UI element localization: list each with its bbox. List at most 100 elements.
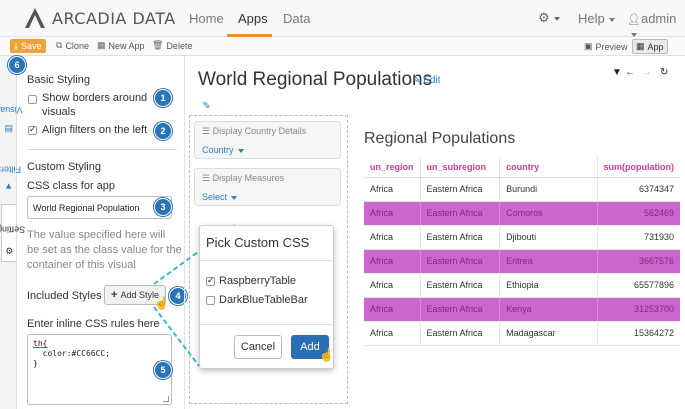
- help-menu[interactable]: Help: [578, 11, 615, 26]
- table-cell: Eritrea: [499, 249, 597, 274]
- arcadia-logo-icon: [25, 8, 45, 28]
- bar-chart-icon: ▤: [4, 123, 13, 134]
- panel-divider: [184, 56, 185, 409]
- tab-settings[interactable]: ⚙ Settings: [0, 204, 25, 262]
- clone-icon: ⧉: [56, 40, 63, 50]
- chevron-down-icon: [231, 195, 238, 200]
- step-badge-1: 1: [154, 89, 172, 107]
- tab-settings-label: Settings: [0, 223, 25, 234]
- custom-styling-heading: Custom Styling: [27, 161, 101, 173]
- new-app-button[interactable]: ▦ New App: [97, 40, 145, 51]
- nav-home[interactable]: Home: [189, 11, 224, 26]
- country-dropdown[interactable]: Country: [202, 145, 244, 155]
- included-styles-label: Included Styles: [27, 290, 102, 302]
- column-header[interactable]: sum(population): [596, 157, 680, 178]
- filter-display-measures: ☰ Display Measures Select: [194, 168, 341, 206]
- table-row: Africa Eastern Africa Kenya 31253700: [364, 297, 680, 322]
- filter-measures-title: ☰ Display Measures: [202, 173, 284, 184]
- filter-icon[interactable]: ▼: [612, 67, 622, 78]
- trash-icon: 🗑︎: [152, 40, 164, 50]
- table-cell: Eastern Africa: [419, 177, 500, 202]
- save-button[interactable]: ⤓ Save: [10, 39, 46, 53]
- new-app-label: New App: [108, 40, 145, 51]
- filter-country-details: ☰ Display Country Details Country: [194, 121, 341, 159]
- css-class-value: World Regional Population: [33, 203, 140, 213]
- refresh-icon[interactable]: ↻: [660, 67, 668, 78]
- chevron-down-icon: [553, 16, 560, 21]
- image-icon: ▣: [584, 41, 593, 51]
- inline-css-textarea[interactable]: th{ color:#CC66CC; }: [27, 334, 172, 405]
- css-class-label: CSS class for app: [27, 180, 116, 192]
- resize-grip[interactable]: [163, 396, 169, 402]
- hand-cursor-icon: ☝: [154, 296, 169, 310]
- settings-menu[interactable]: ⚙: [538, 10, 560, 26]
- table-cell: 15364272: [596, 321, 680, 346]
- chevron-down-icon: [237, 148, 244, 153]
- top-navbar: ARCADIA DATA Home Apps Data ⚙ Help 👤︎adm…: [0, 0, 685, 37]
- filter-measures-title-text: Display Measures: [212, 173, 285, 183]
- table-cell: Africa: [364, 225, 421, 250]
- darkblue-table-checkbox[interactable]: [206, 296, 215, 305]
- table-cell: Eastern Africa: [419, 201, 500, 226]
- filter-icon: ▼: [4, 181, 13, 192]
- align-filters-checkbox[interactable]: [28, 124, 37, 135]
- step-badge-3: 3: [154, 198, 172, 216]
- grid-icon: ▦: [636, 41, 645, 51]
- table-cell: Africa: [364, 201, 421, 226]
- modal-title: Pick Custom CSS: [206, 235, 310, 250]
- settings-divider: [27, 149, 177, 150]
- basic-styling-heading: Basic Styling: [27, 74, 90, 86]
- delete-button[interactable]: 🗑︎ Delete: [152, 40, 192, 51]
- nav-apps[interactable]: Apps: [238, 11, 268, 26]
- population-table: un_region un_subregion country sum(popul…: [364, 157, 680, 346]
- chevron-down-icon: [608, 17, 615, 22]
- hand-cursor-icon: ☝: [319, 348, 334, 362]
- country-dropdown-label: Country: [202, 145, 234, 155]
- clone-button[interactable]: ⧉ Clone: [56, 40, 89, 51]
- column-header[interactable]: un_region: [364, 157, 421, 178]
- measures-dropdown-label: Select: [202, 192, 228, 202]
- app-label: App: [647, 41, 664, 52]
- cancel-button[interactable]: Cancel: [234, 335, 282, 359]
- table-cell: Madagascar: [499, 321, 597, 346]
- user-label: admin: [640, 11, 677, 26]
- measures-dropdown[interactable]: Select: [202, 192, 238, 202]
- align-filters-label: Align filters on the left: [42, 124, 148, 136]
- table-cell: Africa: [364, 297, 421, 322]
- brand-logo[interactable]: ARCADIA DATA: [24, 7, 176, 29]
- table-cell: Africa: [364, 249, 421, 274]
- css-code-line: color:#CC66CC;: [33, 349, 111, 358]
- column-header[interactable]: un_subregion: [419, 157, 500, 178]
- css-code-line: th{: [33, 339, 48, 348]
- step-badge-5: 5: [154, 361, 172, 379]
- tab-filters[interactable]: ▼ Filters: [0, 148, 21, 200]
- help-text-line-1: The value specified here will: [27, 229, 166, 241]
- edit-link[interactable]: ✎ Edit: [412, 75, 440, 86]
- app-button[interactable]: ▦ App: [632, 39, 668, 54]
- arrow-left-icon[interactable]: ←: [625, 67, 635, 78]
- table-cell: 31253700: [596, 297, 680, 322]
- column-header[interactable]: country: [499, 157, 597, 178]
- preview-button[interactable]: ▣ Preview: [581, 39, 631, 54]
- tab-visuals[interactable]: ▤ Visuals: [0, 84, 22, 144]
- app-root: ARCADIA DATA Home Apps Data ⚙ Help 👤︎adm…: [0, 0, 685, 409]
- table-cell: Africa: [364, 273, 421, 298]
- help-text-line-3: container of this visual: [27, 259, 136, 271]
- nav-data[interactable]: Data: [283, 11, 310, 26]
- css-class-input[interactable]: World Regional Population: [27, 196, 172, 219]
- darkblue-table-label: DarkBlueTableBar: [219, 294, 308, 306]
- tab-filters-label: Filters: [0, 164, 21, 175]
- chevron-down-icon: [631, 32, 637, 37]
- table-cell: Kenya: [499, 297, 597, 322]
- table-cell: Ethiopia: [499, 273, 597, 298]
- pencil-icon[interactable]: ✎: [202, 98, 210, 109]
- table-cell: 562469: [596, 201, 680, 226]
- modal-divider: [200, 324, 333, 325]
- show-borders-checkbox[interactable]: [28, 95, 37, 104]
- step-badge-2: 2: [154, 122, 172, 140]
- raspberry-table-checkbox[interactable]: [206, 275, 215, 286]
- pencil-icon: ✎: [412, 75, 424, 86]
- arrow-right-icon[interactable]: →: [642, 67, 652, 78]
- list-icon: ☰: [202, 126, 213, 136]
- table-cell: Eastern Africa: [419, 273, 500, 298]
